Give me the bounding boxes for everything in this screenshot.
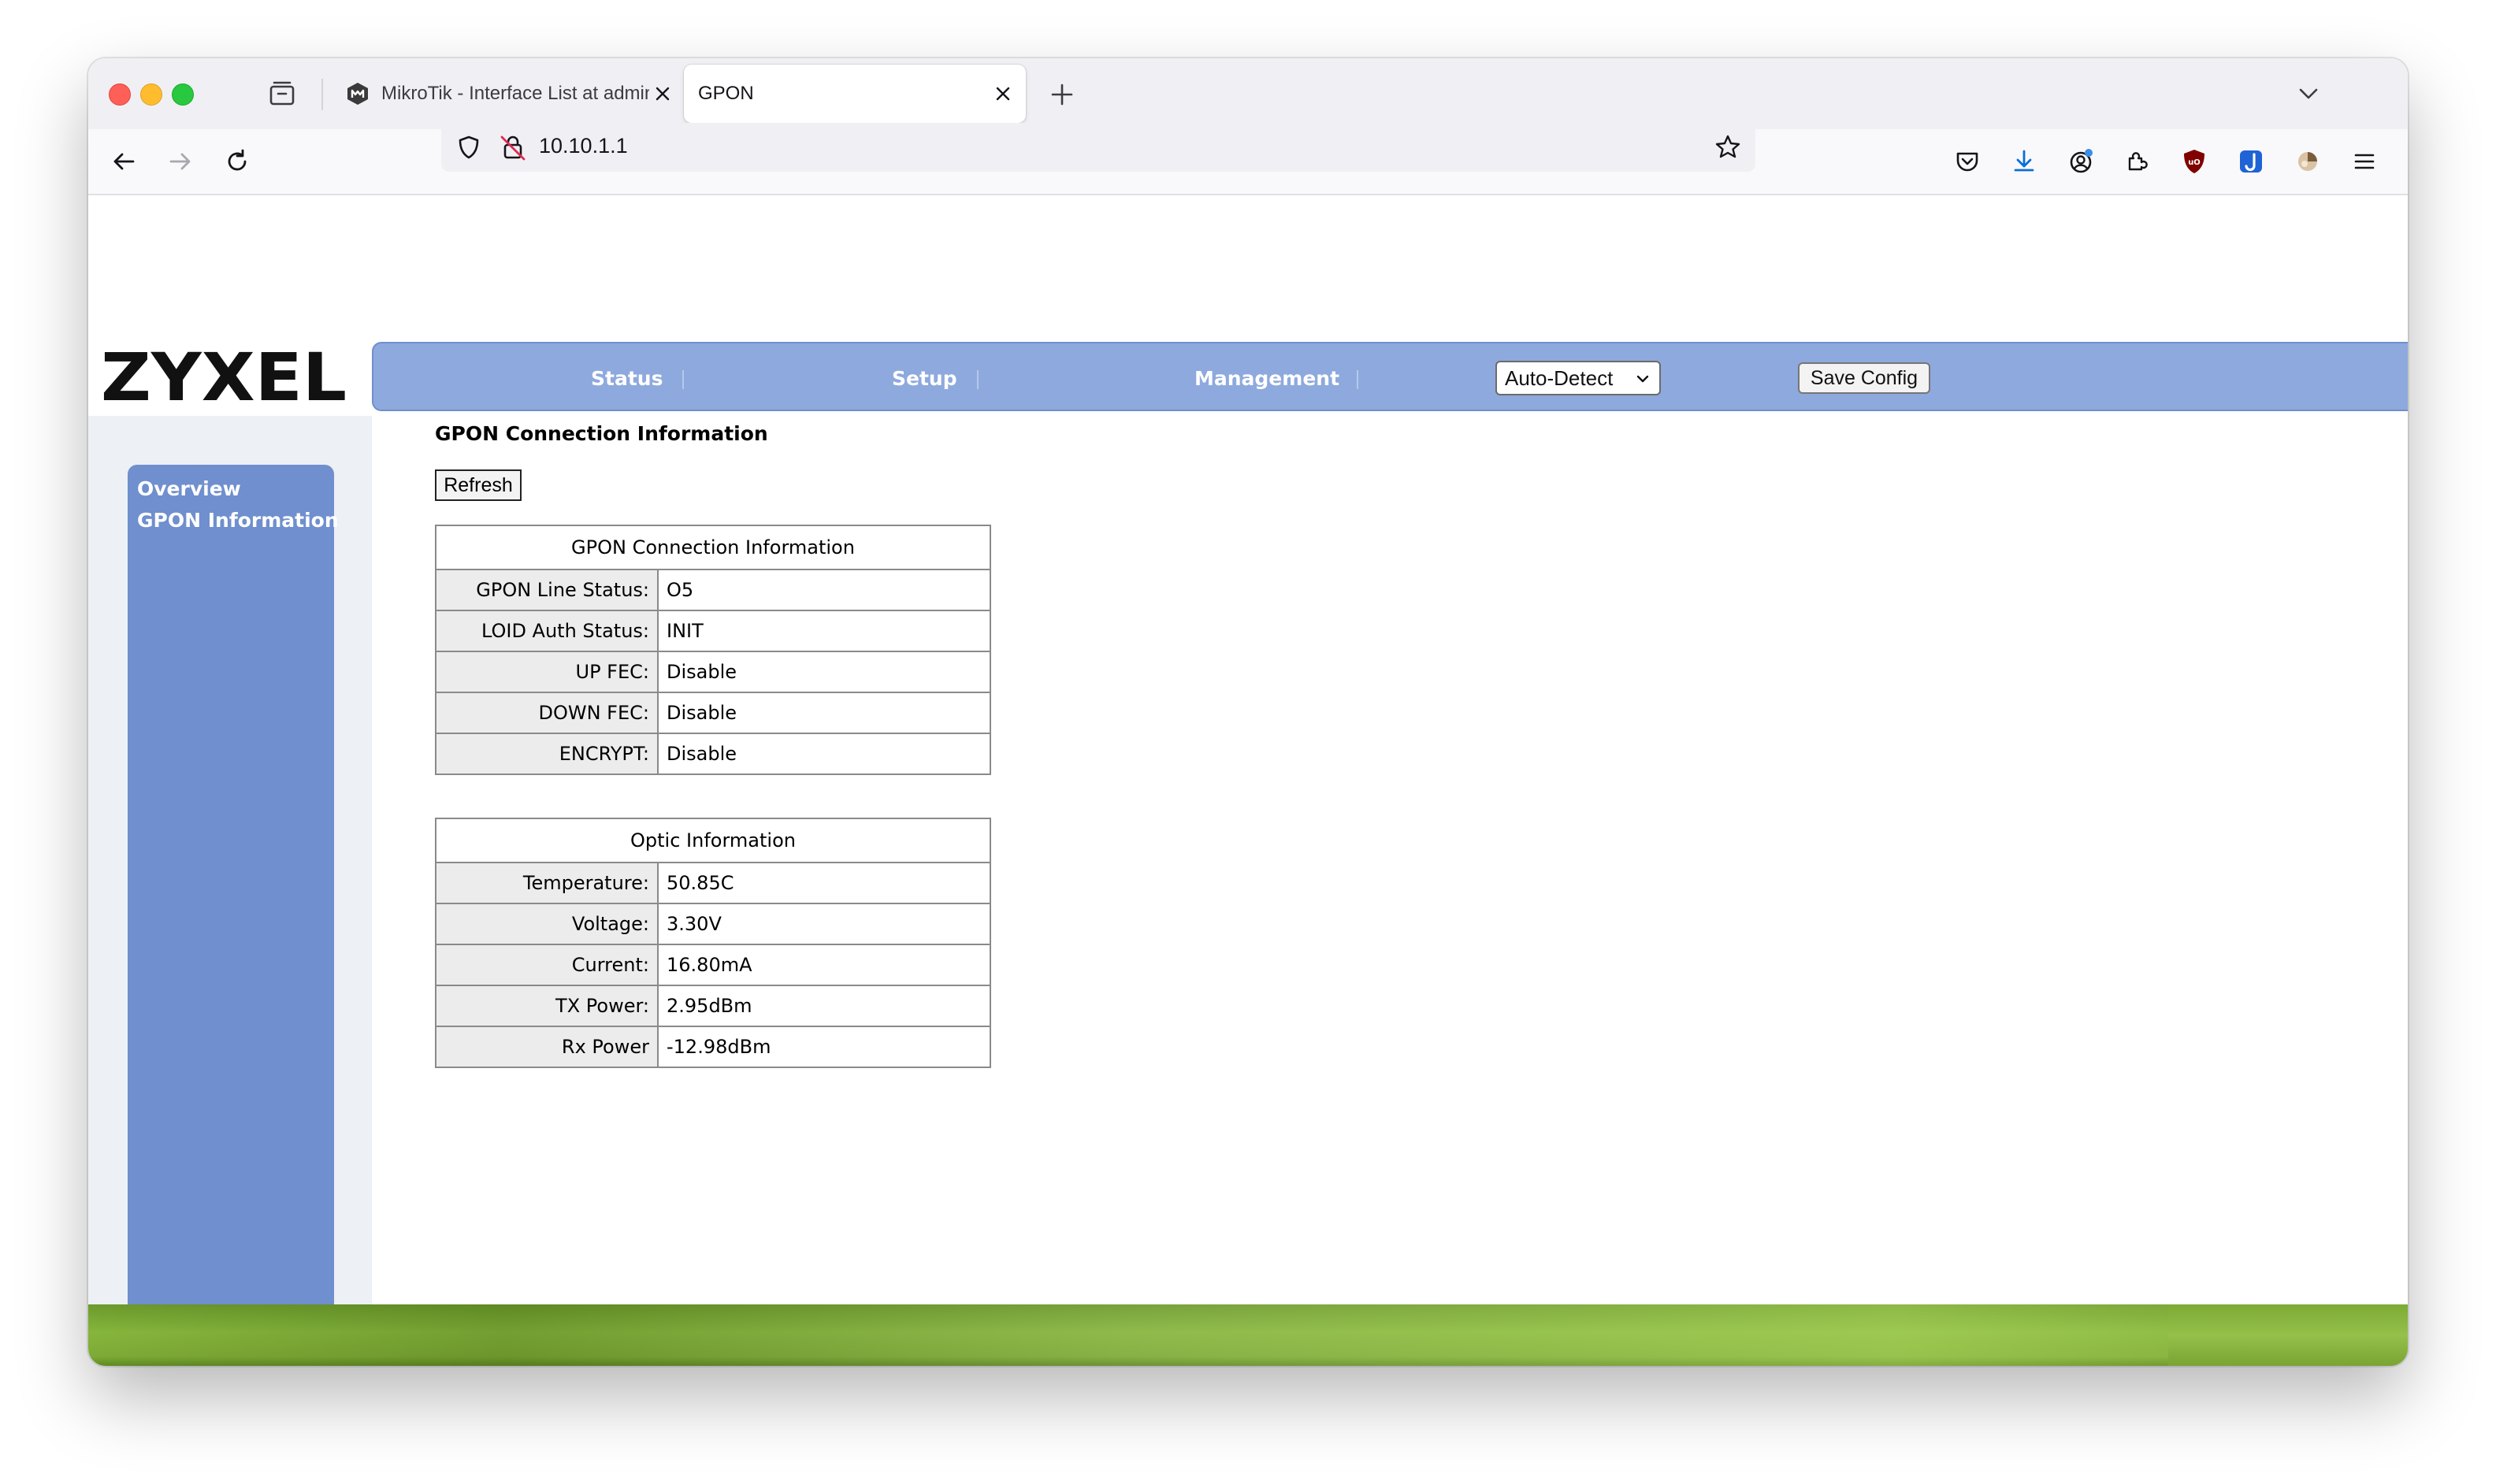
- zyxel-logo: ZYXEL: [101, 343, 347, 411]
- downloads-icon[interactable]: [2008, 145, 2041, 178]
- row-value: 2.95dBm: [657, 985, 991, 1027]
- gpon-connection-table: GPON Connection Information GPON Line St…: [435, 525, 991, 775]
- row-label: TX Power:: [435, 985, 659, 1027]
- minimize-window-button[interactable]: [140, 83, 162, 106]
- svg-text:uO: uO: [2188, 158, 2201, 167]
- table-row: ENCRYPT: Disable: [435, 733, 991, 775]
- tab-separator: [321, 79, 323, 110]
- footer-bar: [88, 1304, 2408, 1366]
- refresh-button[interactable]: Refresh: [435, 469, 522, 501]
- row-label: ENCRYPT:: [435, 733, 659, 775]
- row-value: 3.30V: [657, 903, 991, 945]
- table-row: DOWN FEC: Disable: [435, 692, 991, 734]
- top-navigation: Status Setup Management Auto-Detect Save…: [372, 342, 2408, 411]
- back-icon[interactable]: [107, 145, 140, 178]
- row-value: 16.80mA: [657, 944, 991, 986]
- table-row: Temperature: 50.85C: [435, 862, 991, 904]
- row-value: INIT: [657, 610, 991, 652]
- row-label: Current:: [435, 944, 659, 986]
- reload-icon[interactable]: [221, 145, 254, 178]
- close-tab-icon[interactable]: [649, 80, 676, 107]
- bookmark-star-icon[interactable]: [1711, 131, 1744, 164]
- footer-gradient: [88, 1304, 2408, 1366]
- row-label: Temperature:: [435, 862, 659, 904]
- table-row: Voltage: 3.30V: [435, 903, 991, 945]
- ublock-origin-icon[interactable]: uO: [2178, 145, 2211, 178]
- address-bar[interactable]: [441, 123, 1755, 172]
- row-value: O5: [657, 569, 991, 611]
- language-select-value: Auto-Detect: [1505, 365, 1614, 390]
- tab-title: MikroTik - Interface List at admin: [381, 83, 649, 104]
- page-content: ZYXEL Status Setup Management Auto-Detec…: [88, 195, 2408, 1366]
- nav-status[interactable]: Status: [591, 367, 663, 390]
- tab-gpon[interactable]: GPON: [684, 65, 1026, 123]
- tab-title: GPON: [698, 83, 754, 104]
- table-row: TX Power: 2.95dBm: [435, 985, 991, 1027]
- table-row: Rx Power -12.98dBm: [435, 1026, 991, 1068]
- svg-text:ZYXEL: ZYXEL: [101, 343, 347, 411]
- pocket-icon[interactable]: [1951, 145, 1984, 178]
- menu-icon[interactable]: [2348, 145, 2381, 178]
- tab-overview-icon[interactable]: [268, 80, 296, 107]
- table-row: LOID Auth Status: INIT: [435, 610, 991, 652]
- row-label: LOID Auth Status:: [435, 610, 659, 652]
- table-row: UP FEC: Disable: [435, 651, 991, 693]
- row-label: GPON Line Status:: [435, 569, 659, 611]
- nav-divider: [1357, 370, 1358, 389]
- nav-divider: [977, 370, 979, 389]
- chevron-down-icon: [1636, 375, 1649, 383]
- tab-bar: MikroTik - Interface List at admin GPON: [88, 58, 2408, 129]
- tracking-shield-icon[interactable]: [452, 131, 485, 164]
- save-config-button[interactable]: Save Config: [1798, 362, 1930, 394]
- extensions-icon[interactable]: [2121, 145, 2154, 178]
- row-value: 50.85C: [657, 862, 991, 904]
- row-value: Disable: [657, 733, 991, 775]
- table-row: GPON Line Status: O5: [435, 569, 991, 611]
- sidebar-item-gpon-information[interactable]: GPON Information: [137, 509, 339, 532]
- nav-management[interactable]: Management: [1194, 367, 1339, 390]
- footer-cap: [2168, 1304, 2408, 1366]
- row-label: Rx Power: [435, 1026, 659, 1068]
- new-tab-icon[interactable]: [1048, 80, 1076, 109]
- close-window-button[interactable]: [109, 83, 131, 106]
- mikrotik-icon: [347, 83, 368, 105]
- nav-divider: [682, 370, 684, 389]
- table-row: Current: 16.80mA: [435, 944, 991, 986]
- sidebar: Overview GPON Information: [128, 465, 339, 1366]
- row-value: Disable: [657, 692, 991, 734]
- sidebar-item-overview[interactable]: Overview: [137, 477, 241, 500]
- close-tab-icon[interactable]: [990, 80, 1016, 107]
- row-label: Voltage:: [435, 903, 659, 945]
- table-header: Optic Information: [435, 818, 991, 863]
- zoom-window-button[interactable]: [172, 83, 194, 106]
- browser-window: MikroTik - Interface List at admin GPON: [88, 58, 2408, 1366]
- insecure-lock-icon[interactable]: [496, 131, 529, 164]
- optic-information-table: Optic Information Temperature: 50.85C Vo…: [435, 818, 991, 1068]
- account-icon[interactable]: [2064, 145, 2097, 178]
- row-value: Disable: [657, 651, 991, 693]
- url-text[interactable]: 10.10.1.1: [539, 134, 628, 158]
- row-value: -12.98dBm: [657, 1026, 991, 1068]
- forward-icon[interactable]: [164, 145, 197, 178]
- chevron-down-icon[interactable]: [2294, 82, 2323, 106]
- row-label: UP FEC:: [435, 651, 659, 693]
- row-label: DOWN FEC:: [435, 692, 659, 734]
- table-header: GPON Connection Information: [435, 525, 991, 570]
- joplin-icon[interactable]: [2234, 145, 2268, 178]
- extension-avatar-icon[interactable]: [2291, 145, 2324, 178]
- page-title: GPON Connection Information: [435, 422, 768, 445]
- language-select[interactable]: Auto-Detect: [1495, 361, 1661, 395]
- nav-setup[interactable]: Setup: [892, 367, 957, 390]
